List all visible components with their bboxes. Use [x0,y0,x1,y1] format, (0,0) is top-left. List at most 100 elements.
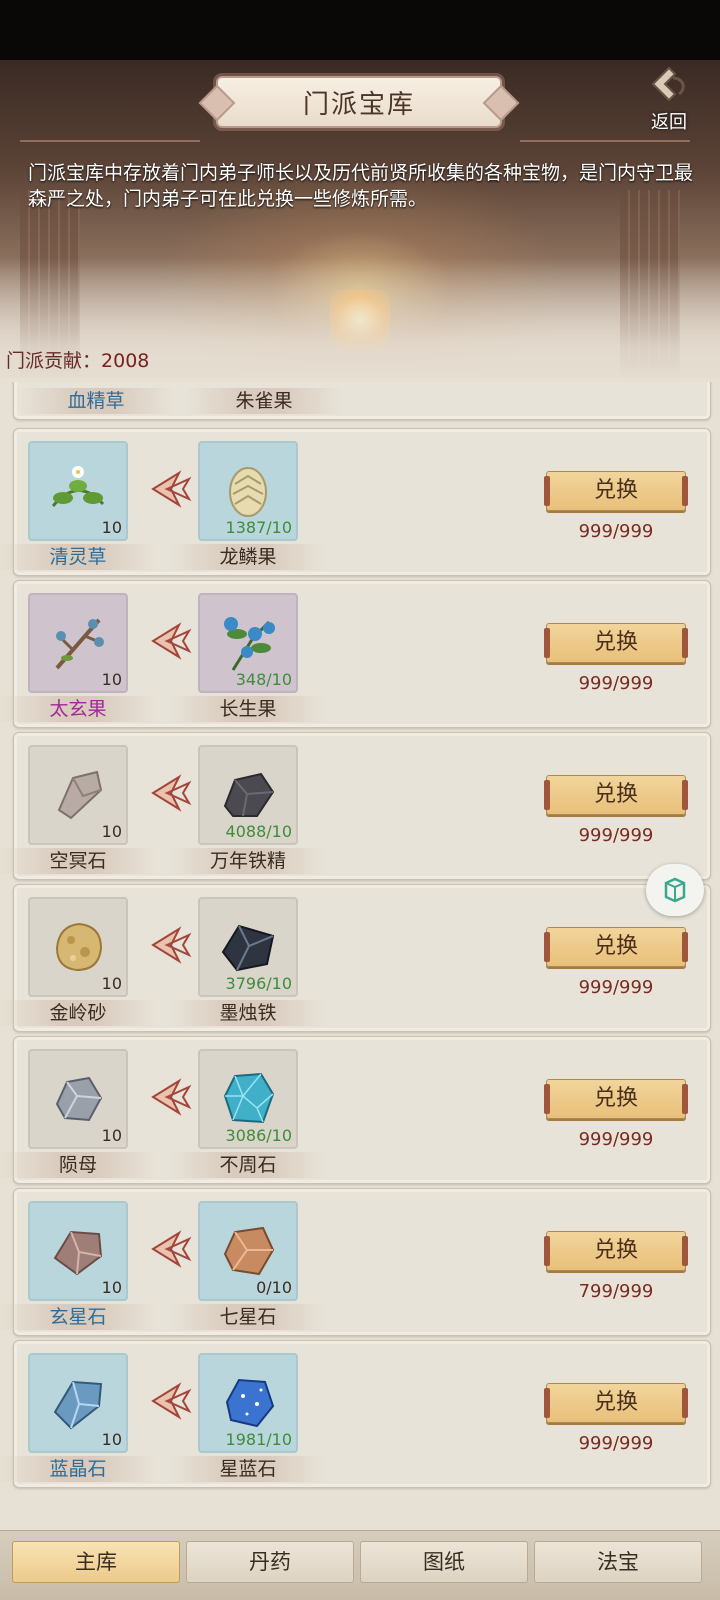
treasury-description: 门派宝库中存放着门内弟子师长以及历代前贤所收集的各种宝物，是门内守卫最森严之处，… [28,162,694,210]
give-item-name: 玄星石 [0,1304,158,1330]
exchange-arrow-icon [151,774,192,812]
get-item-count: 1387/10 [225,518,292,537]
back-arrow-icon [651,66,685,102]
exchange-arrow-icon [151,1382,192,1420]
copper-stone-icon [223,1226,275,1276]
exchange-arrow-icon [151,926,192,964]
cyan-crystal-icon [223,1072,275,1124]
blue-crystal-icon [53,1380,103,1430]
contribution-value: 2008 [101,350,150,372]
contribution-label: 门派贡献： [6,350,102,372]
give-item-name: 金岭砂 [0,1000,158,1026]
exchange-button[interactable]: 兑换 [544,623,688,663]
get-item-count: 4088/10 [225,822,292,841]
exchange-button[interactable]: 兑换 [544,775,688,815]
give-item-name: 陨母 [0,1152,158,1178]
give-item-slot[interactable]: 10 [28,897,128,997]
give-item-slot[interactable]: 10 [28,593,128,693]
give-item-name: 太玄果 [0,696,158,722]
exchange-button[interactable]: 兑换 [544,1231,688,1271]
exchange-row: 10 空冥石 4088/10 万年铁精 兑换 999/999 [0,732,711,880]
give-item-name: 血精草 [16,388,176,414]
get-item-count: 348/10 [235,670,292,689]
exchange-row: 10 金岭砂 3796/10 墨烛铁 兑换 999/999 [0,884,711,1032]
stock-count: 799/999 [578,1281,654,1302]
title-divider-left [20,140,200,142]
get-item-slot[interactable]: 3796/10 [198,897,298,997]
cube-icon [664,877,686,903]
dark-ore-icon [223,772,275,817]
get-item-name: 不周石 [168,1152,328,1178]
meteor-ore-icon [55,1076,103,1122]
tab-pills[interactable]: 丹药 [186,1541,354,1583]
stock-count: 999/999 [578,673,654,694]
stock-count: 999/999 [578,977,654,998]
berry-branch-icon [55,618,104,670]
get-item-name: 龙鳞果 [168,544,328,570]
page-title: 门派宝库 [216,76,502,128]
get-item-slot[interactable]: 0/10 [198,1201,298,1301]
give-item-slot[interactable]: 10 [28,1201,128,1301]
give-item-slot[interactable]: 10 [28,441,128,541]
get-item-name: 墨烛铁 [168,1000,328,1026]
exchange-arrow-icon [151,1078,192,1116]
give-item-count: 10 [101,1278,122,1297]
dragon-scale-fruit-icon [229,467,267,517]
exchange-arrow-icon [151,470,192,508]
contribution-display: 门派贡献：2008 [6,346,149,373]
exchange-arrow-icon [151,622,192,660]
give-item-slot[interactable]: 10 [28,745,128,845]
stock-count: 999/999 [578,1129,654,1150]
tab-artifacts[interactable]: 法宝 [534,1541,702,1583]
exchange-row: 10 玄星石 0/10 七星石 兑换 799/999 [0,1188,711,1336]
give-item-count: 10 [101,670,122,689]
get-item-count: 0/10 [256,1278,292,1297]
exchange-arrow-icon [151,1230,192,1268]
get-item-name: 万年铁精 [168,848,328,874]
exchange-row-partial: 血精草 朱雀果 [13,382,711,420]
give-item-name: 空冥石 [0,848,158,874]
star-blue-stone-icon [225,1378,275,1428]
get-item-name: 七星石 [168,1304,328,1330]
give-item-name: 清灵草 [0,544,158,570]
stock-count: 999/999 [578,521,654,542]
get-item-name: 长生果 [168,696,328,722]
stock-count: 999/999 [578,1433,654,1454]
get-item-count: 1981/10 [225,1430,292,1449]
grey-stone-icon [57,770,103,820]
herb-flower-icon [51,466,105,507]
give-item-count: 10 [101,974,122,993]
gold-sand-icon [55,922,103,972]
give-item-slot[interactable]: 10 [28,1049,128,1149]
get-item-name: 星蓝石 [168,1456,328,1482]
get-item-slot[interactable]: 1981/10 [198,1353,298,1453]
give-item-count: 10 [101,1430,122,1449]
get-item-slot[interactable]: 3086/10 [198,1049,298,1149]
blue-berry-plant-icon [224,617,275,671]
get-item-count: 3796/10 [225,974,292,993]
tab-blueprints[interactable]: 图纸 [360,1541,528,1583]
status-bar-area [0,0,720,60]
exchange-button[interactable]: 兑换 [544,1079,688,1119]
back-label: 返回 [651,112,687,133]
exchange-button[interactable]: 兑换 [544,471,688,511]
give-item-count: 10 [101,1126,122,1145]
exchange-row: 10 陨母 3086/10 不周石 兑换 999/999 [0,1036,711,1184]
tab-main-vault[interactable]: 主库 [12,1541,180,1583]
back-button[interactable]: 返回 [638,66,700,136]
give-item-count: 10 [101,822,122,841]
exchange-list[interactable]: 血精草 朱雀果 10 清灵草 1387/10 龙鳞果 兑换 999/999 10… [0,382,720,1530]
get-item-slot[interactable]: 1387/10 [198,441,298,541]
get-item-name: 朱雀果 [184,388,344,414]
exchange-button[interactable]: 兑换 [544,927,688,967]
get-item-count: 3086/10 [225,1126,292,1145]
black-iron-icon [221,924,275,972]
exchange-row: 10 蓝晶石 1981/10 星蓝石 兑换 999/999 [0,1340,711,1488]
give-item-slot[interactable]: 10 [28,1353,128,1453]
floating-assistant-button[interactable] [646,864,704,916]
get-item-slot[interactable]: 348/10 [198,593,298,693]
stock-count: 999/999 [578,825,654,846]
get-item-slot[interactable]: 4088/10 [198,745,298,845]
exchange-row: 10 太玄果 348/10 长生果 兑换 999/999 [0,580,711,728]
exchange-button[interactable]: 兑换 [544,1383,688,1423]
